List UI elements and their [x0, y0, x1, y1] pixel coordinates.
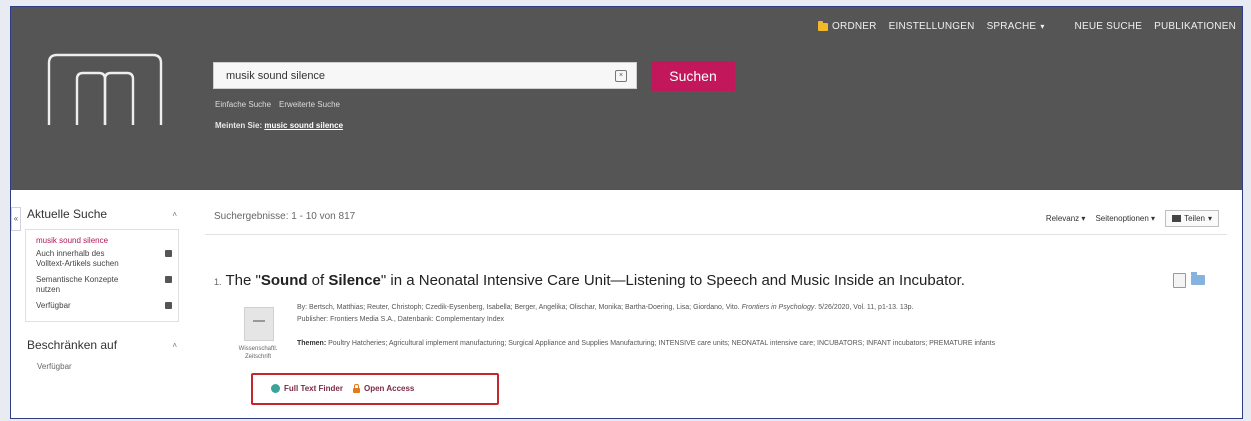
divider: [205, 234, 1227, 235]
caret-down-icon: ▾: [1040, 22, 1045, 31]
fulltext-links: Full Text Finder Open Access: [271, 384, 414, 393]
advanced-search-link[interactable]: Erweiterte Suche: [279, 100, 340, 109]
publication-type-label: Wissenschaftl. Zeitschrift: [238, 346, 278, 360]
facet-fulltext[interactable]: Auch innerhalb des Volltext-Artikels suc…: [36, 249, 172, 269]
share-icon: [1172, 215, 1182, 222]
nav-new-search[interactable]: NEUE SUCHE: [1069, 21, 1149, 32]
search-input[interactable]: [214, 68, 615, 83]
nav-language-label: SPRACHE: [986, 21, 1037, 32]
results-count: Suchergebnisse: 1 - 10 von 817: [214, 211, 356, 222]
nav-publications[interactable]: PUBLIKATIONEN: [1148, 21, 1242, 32]
chevron-up-icon: ˄: [172, 209, 177, 219]
sidebar: Aktuelle Suche ˄ musik sound silence Auc…: [25, 203, 179, 371]
checkbox-icon[interactable]: [165, 302, 172, 309]
publication-type-thumbnail: [244, 307, 274, 341]
title-part: " in a Neonatal Intensive Care Unit—List…: [380, 272, 965, 289]
search-box: ×: [213, 62, 637, 89]
did-you-mean-label: Meinten Sie:: [215, 121, 263, 130]
result-authors: By: Bertsch, Matthias; Reuter, Christoph…: [297, 303, 1217, 313]
title-highlight: Sound: [260, 272, 308, 289]
collapse-sidebar-button[interactable]: «: [11, 207, 21, 231]
clear-icon[interactable]: ×: [615, 69, 627, 82]
nav-language[interactable]: SPRACHE ▾: [981, 21, 1051, 32]
current-search-panel: musik sound silence Auch innerhalb des V…: [25, 229, 179, 322]
title-part: The ": [225, 272, 261, 289]
add-to-folder-icon[interactable]: [1191, 272, 1205, 285]
facet-label: Auch innerhalb des Volltext-Artikels suc…: [36, 249, 119, 268]
title-highlight: Silence: [328, 272, 381, 289]
results-toolbar: Relevanz ▾ Seitenoptionen ▾ Teilen ▾: [1046, 210, 1219, 227]
current-search-term[interactable]: musik sound silence: [36, 236, 172, 245]
pdf-preview-icon[interactable]: [1173, 273, 1186, 288]
open-access-label: Open Access: [363, 384, 415, 393]
open-access-link[interactable]: Open Access: [352, 384, 415, 393]
citation-text: . 5/26/2020, Vol. 11, p1-13. 13p.: [814, 304, 914, 311]
limit-available[interactable]: Verfügbar: [25, 362, 179, 371]
nav-folder[interactable]: ORDNER: [812, 20, 883, 32]
journal-name[interactable]: Frontiers in Psychology: [742, 304, 815, 311]
result-publisher: Publisher: Frontiers Media S.A., Datenba…: [297, 316, 504, 323]
page-options-label: Seitenoptionen: [1095, 214, 1149, 223]
did-you-mean: Meinten Sie: music sound silence: [215, 121, 343, 130]
sort-label: Relevanz: [1045, 214, 1080, 223]
checkbox-icon[interactable]: [165, 276, 172, 283]
title-part: of: [307, 272, 329, 289]
logo-icon[interactable]: [41, 49, 169, 129]
header: ORDNER EINSTELLUNGEN SPRACHE ▾ NEUE SUCH…: [11, 7, 1242, 190]
result-number: 1.: [214, 277, 222, 287]
nav-new-search-label: NEUE SUCHE: [1074, 21, 1143, 32]
did-you-mean-link[interactable]: music sound silence: [264, 121, 343, 130]
folder-icon: [818, 20, 829, 31]
checkbox-icon[interactable]: [165, 250, 172, 257]
limit-to-header[interactable]: Beschränken auf ˄: [25, 334, 179, 356]
limit-to-title: Beschränken auf: [27, 338, 118, 352]
subjects-label: Themen:: [297, 340, 327, 347]
simple-search-link[interactable]: Einfache Suche: [215, 100, 271, 109]
search-button[interactable]: Suchen: [651, 61, 735, 91]
facet-available[interactable]: Verfügbar: [36, 301, 172, 311]
subjects-text[interactable]: Poultry Hatcheries; Agricultural impleme…: [328, 340, 995, 347]
share-label: Teilen: [1184, 214, 1205, 223]
page-options-dropdown[interactable]: Seitenoptionen ▾: [1095, 214, 1155, 223]
chevron-up-icon: ˄: [172, 340, 177, 350]
top-navigation: ORDNER EINSTELLUNGEN SPRACHE ▾ NEUE SUCH…: [812, 20, 1242, 32]
result-title[interactable]: 1. The "Sound of Silence" in a Neonatal I…: [214, 272, 965, 289]
current-search-header[interactable]: Aktuelle Suche ˄: [25, 203, 179, 225]
nav-publications-label: PUBLIKATIONEN: [1154, 21, 1236, 32]
share-button[interactable]: Teilen ▾: [1165, 210, 1219, 227]
nav-settings-label: EINSTELLUNGEN: [888, 21, 975, 32]
facet-label: Verfügbar: [36, 301, 71, 310]
sort-dropdown[interactable]: Relevanz ▾: [1046, 214, 1086, 223]
result-subjects: Themen: Poultry Hatcheries; Agricultural…: [297, 339, 1212, 349]
nav-folder-label: ORDNER: [832, 21, 877, 32]
app-frame: ORDNER EINSTELLUNGEN SPRACHE ▾ NEUE SUCH…: [10, 6, 1243, 419]
authors-text: By: Bertsch, Matthias; Reuter, Christoph…: [297, 304, 740, 311]
current-search-title: Aktuelle Suche: [27, 207, 108, 221]
globe-icon: [271, 384, 280, 393]
search-mode-links: Einfache Suche Erweiterte Suche: [215, 100, 340, 109]
open-lock-icon: [352, 384, 360, 393]
facet-label: Semantische Konzepte nutzen: [36, 275, 119, 294]
facet-semantic[interactable]: Semantische Konzepte nutzen: [36, 275, 172, 295]
nav-settings[interactable]: EINSTELLUNGEN: [883, 21, 981, 32]
full-text-finder-label: Full Text Finder: [284, 384, 343, 393]
full-text-finder-link[interactable]: Full Text Finder: [271, 384, 343, 393]
